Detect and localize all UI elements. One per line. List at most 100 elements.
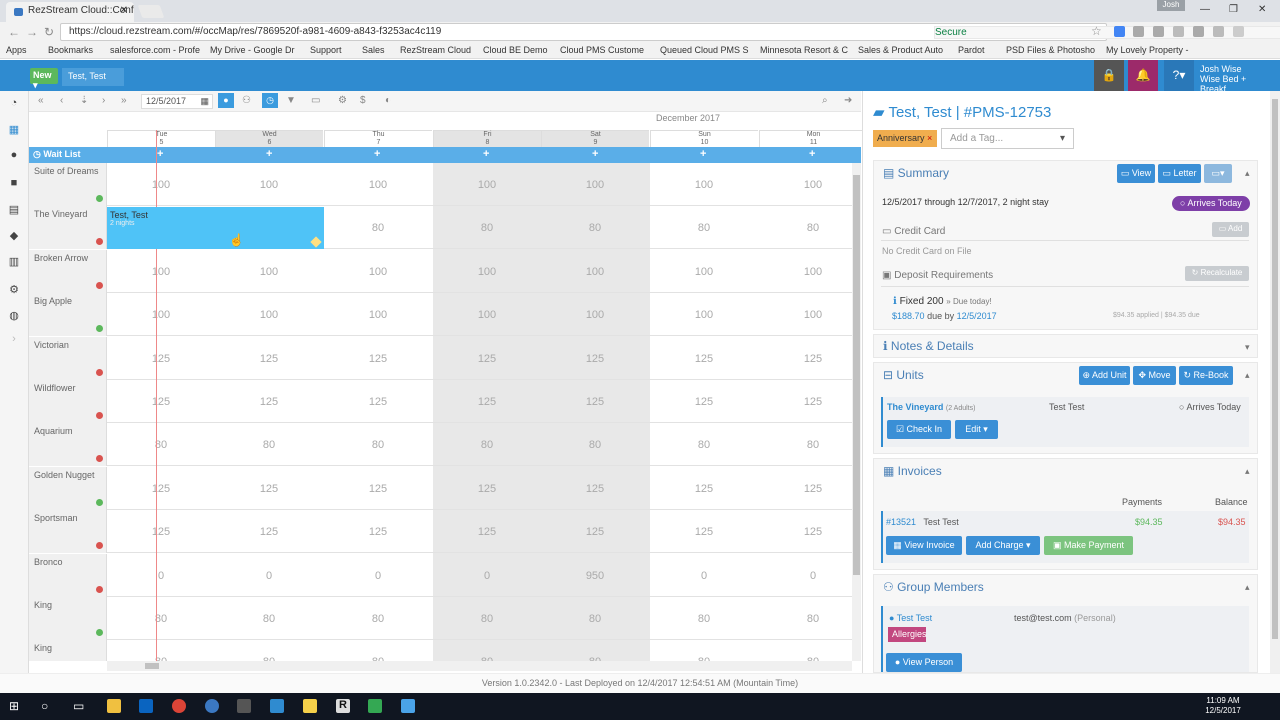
grid-vertical-scrollbar[interactable]	[852, 163, 861, 661]
minimize-icon[interactable]: —	[1200, 4, 1210, 15]
rate-cell[interactable]: 80	[215, 439, 323, 451]
member-name[interactable]: Test Test	[897, 613, 932, 623]
browser-tab[interactable]: RezStream Cloud::Config ✕	[6, 2, 134, 22]
rate-cell[interactable]: 100	[541, 309, 649, 321]
pin-icon[interactable]: ⇣	[80, 95, 88, 106]
rate-cell[interactable]: 125	[107, 396, 215, 408]
scroll-thumb[interactable]	[1272, 99, 1278, 639]
rate-cell[interactable]: 100	[107, 309, 215, 321]
extension-icon[interactable]	[1153, 26, 1164, 37]
rate-cell[interactable]: 80	[324, 613, 432, 625]
rate-cell[interactable]: 125	[541, 353, 649, 365]
rate-cell[interactable]: 125	[650, 396, 758, 408]
bookmark-item[interactable]: Bookmarks	[48, 45, 93, 55]
bookmark-item[interactable]: salesforce.com - Profe	[110, 45, 200, 55]
dashboard-icon[interactable]: ◔	[7, 97, 21, 111]
rate-cell[interactable]: 80	[324, 439, 432, 451]
add-card-button[interactable]: ▭ Add	[1212, 222, 1249, 237]
new-button[interactable]: New ▾	[30, 68, 58, 90]
rate-cell[interactable]: 100	[759, 179, 852, 191]
add-waitlist-icon[interactable]: +	[592, 148, 598, 160]
room-name[interactable]: Aquarium	[29, 423, 107, 467]
bell-icon[interactable]: 🔔	[1128, 60, 1158, 91]
add-waitlist-icon[interactable]: +	[700, 148, 706, 160]
next-icon[interactable]: ›	[102, 95, 105, 106]
forward-icon[interactable]: →	[26, 25, 38, 39]
extension-icon[interactable]	[1193, 26, 1204, 37]
app-icon[interactable]	[205, 699, 219, 713]
remove-tag-icon[interactable]: ×	[927, 133, 932, 143]
rate-cell[interactable]: 80	[541, 613, 649, 625]
reservation-block[interactable]: Test, Test 2 nights	[107, 207, 324, 249]
dirty-status-icon[interactable]	[96, 412, 103, 419]
rate-cell[interactable]: 100	[433, 179, 541, 191]
single-view-icon[interactable]: ●	[218, 93, 234, 108]
rate-cell[interactable]: 80	[650, 613, 758, 625]
bookmark-item[interactable]: Sales & Product Auto	[858, 45, 943, 55]
rate-cell[interactable]: 125	[215, 353, 323, 365]
rate-cell[interactable]: 125	[650, 526, 758, 538]
prev-icon[interactable]: ‹	[60, 95, 63, 106]
bookmark-apps[interactable]: Apps	[6, 45, 27, 55]
rate-cell[interactable]: 80	[759, 222, 852, 234]
letter-button[interactable]: ▭ Letter	[1158, 164, 1201, 183]
rate-cell[interactable]: 100	[650, 179, 758, 191]
invoice-number[interactable]: #13521	[886, 517, 916, 527]
user-menu[interactable]: Josh Wise Wise Bed + Breakf...	[1200, 64, 1280, 94]
bookmark-item[interactable]: PSD Files & Photosho	[1006, 45, 1095, 55]
rate-cell[interactable]: 0	[433, 570, 541, 582]
rate-cell[interactable]: 100	[324, 309, 432, 321]
bookmark-item[interactable]: Cloud PMS Custome	[560, 45, 644, 55]
bookmark-item[interactable]: My Drive - Google Dr	[210, 45, 295, 55]
settings-icon[interactable]: ⚙	[7, 283, 21, 297]
rate-cell[interactable]: 100	[324, 266, 432, 278]
clock-icon[interactable]: ◷	[262, 93, 278, 108]
rate-cell[interactable]: 100	[107, 179, 215, 191]
rate-cell[interactable]: 125	[433, 353, 541, 365]
rate-cell[interactable]: 100	[541, 179, 649, 191]
collapse-icon[interactable]: ▴	[1245, 370, 1250, 381]
rate-cell[interactable]: 0	[107, 570, 215, 582]
rate-cell[interactable]: 125	[650, 353, 758, 365]
add-waitlist-icon[interactable]: +	[266, 148, 272, 160]
google-drive-icon[interactable]	[368, 699, 382, 713]
rate-cell[interactable]: 125	[324, 483, 432, 495]
extension-icon[interactable]	[1173, 26, 1184, 37]
dirty-status-icon[interactable]	[96, 368, 103, 376]
expand-icon[interactable]: ▾	[1245, 342, 1250, 353]
collapse-icon[interactable]: ▴	[1245, 168, 1250, 179]
room-name[interactable]: King	[29, 640, 107, 661]
amount-due[interactable]: $188.70	[892, 311, 925, 321]
translate-extension-icon[interactable]	[1114, 26, 1125, 37]
bookmark-item[interactable]: Pardot	[958, 45, 985, 55]
rate-cell[interactable]: 0	[215, 570, 323, 582]
rate-cell[interactable]: 125	[433, 396, 541, 408]
rate-cell[interactable]: 125	[107, 483, 215, 495]
bookmark-item[interactable]: My Lovely Property -	[1106, 45, 1189, 55]
forward-arrow-icon[interactable]: ➜	[844, 95, 852, 106]
search-icon[interactable]: ⌕	[822, 95, 828, 106]
units-title[interactable]: ⊟ Units	[883, 368, 924, 382]
extension-icon[interactable]	[1133, 26, 1144, 37]
bookmark-star-icon[interactable]: ☆	[1091, 24, 1102, 38]
cortana-icon[interactable]: ○	[41, 699, 55, 713]
add-unit-button[interactable]: ⊕ Add Unit	[1079, 366, 1130, 385]
rate-cell[interactable]: 950	[541, 570, 649, 582]
collapse-icon[interactable]: ▴	[1245, 466, 1250, 477]
clean-status-icon[interactable]	[96, 629, 103, 636]
filter-icon[interactable]: ▼	[286, 95, 296, 106]
rate-cell[interactable]: 125	[433, 483, 541, 495]
rate-cell[interactable]: 80	[324, 222, 432, 234]
move-button[interactable]: ✥ Move	[1133, 366, 1176, 385]
person-icon[interactable]: ●	[7, 149, 21, 163]
app-icon[interactable]	[237, 699, 251, 713]
bookmark-item[interactable]: Queued Cloud PMS S	[660, 45, 749, 55]
rezstream-icon[interactable]: R	[336, 699, 350, 713]
first-icon[interactable]: «	[38, 95, 44, 106]
rate-cell[interactable]: 100	[433, 266, 541, 278]
add-tag-select[interactable]: Add a Tag... ▾	[941, 128, 1074, 149]
gear-icon[interactable]: ⚙	[338, 95, 347, 106]
rate-cell[interactable]: 80	[650, 439, 758, 451]
rate-cell[interactable]: 125	[541, 396, 649, 408]
bookmark-item[interactable]: RezStream Cloud	[400, 45, 471, 55]
